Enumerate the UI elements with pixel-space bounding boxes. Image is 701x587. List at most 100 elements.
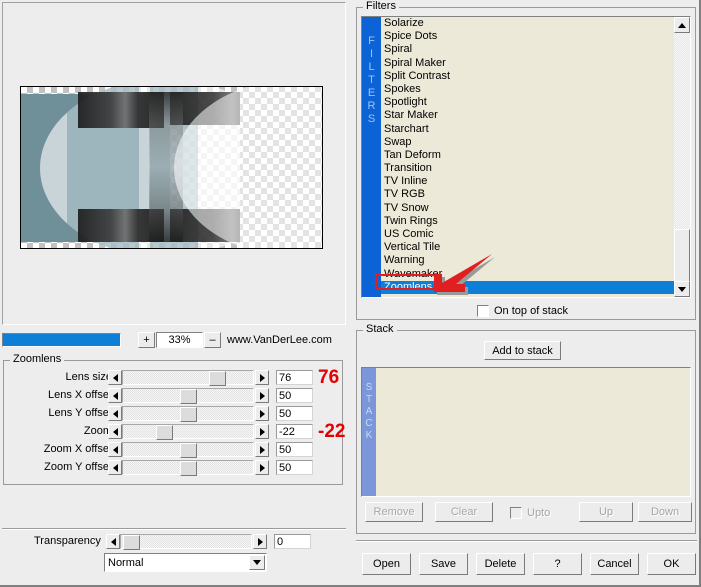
- param-value-field[interactable]: 76: [276, 370, 313, 385]
- param-value-field[interactable]: 50: [276, 442, 313, 457]
- stack-list-container: STACK: [361, 367, 691, 497]
- filter-preview-canvas[interactable]: [20, 86, 323, 249]
- filter-list-item[interactable]: Spice Dots: [381, 30, 674, 43]
- filters-sidebar-char: T: [368, 74, 375, 87]
- delete-button[interactable]: Delete: [476, 553, 525, 575]
- param-slider-thumb[interactable]: [209, 371, 226, 386]
- transparency-slider-thumb[interactable]: [123, 535, 140, 550]
- stack-sidebar-char: A: [366, 406, 373, 418]
- filter-list-item[interactable]: TV RGB: [381, 188, 674, 201]
- param-value-field[interactable]: -22: [276, 424, 313, 439]
- transparency-slider-track[interactable]: [120, 534, 252, 549]
- scrollbar-thumb[interactable]: [674, 229, 690, 284]
- param-decrement-button[interactable]: [108, 460, 122, 475]
- ok-button[interactable]: OK: [647, 553, 696, 575]
- chevron-down-icon[interactable]: [249, 555, 265, 570]
- stack-sidebar-char: S: [366, 382, 373, 394]
- param-increment-button[interactable]: [255, 424, 269, 439]
- param-slider-track[interactable]: [122, 424, 254, 439]
- param-increment-button[interactable]: [255, 442, 269, 457]
- move-up-button[interactable]: Up: [579, 502, 633, 522]
- triangle-down-icon: [678, 287, 686, 292]
- param-value-field[interactable]: 50: [276, 406, 313, 421]
- param-decrement-button[interactable]: [108, 442, 122, 457]
- upto-checkbox[interactable]: [510, 507, 522, 519]
- param-slider-thumb[interactable]: [180, 407, 197, 422]
- param-increment-button[interactable]: [255, 460, 269, 475]
- cancel-button[interactable]: Cancel: [590, 553, 639, 575]
- transparency-row: Transparency 0: [2, 533, 346, 551]
- filter-list-item[interactable]: Solarize: [381, 17, 674, 30]
- param-decrement-button[interactable]: [108, 370, 122, 385]
- clear-button[interactable]: Clear: [435, 502, 493, 522]
- transparency-decrement-button[interactable]: [106, 534, 120, 549]
- filters-scrollbar[interactable]: [674, 17, 690, 297]
- param-row: Zoom Y offset50: [4, 459, 344, 477]
- move-down-button[interactable]: Down: [638, 502, 692, 522]
- stack-list[interactable]: [376, 368, 690, 496]
- open-button[interactable]: Open: [362, 553, 411, 575]
- scroll-down-button[interactable]: [674, 281, 690, 297]
- help-button[interactable]: ?: [533, 553, 582, 575]
- zoom-level-display: 33%: [156, 332, 203, 348]
- filters-sidebar-char: E: [368, 87, 375, 100]
- plugin-dialog-window: + 33% – www.VanDerLee.com Zoomlens Lens …: [0, 0, 701, 587]
- param-slider-track[interactable]: [122, 388, 254, 403]
- transparency-value-field[interactable]: 0: [274, 534, 311, 549]
- stack-sidebar-char: T: [366, 394, 372, 406]
- filter-list-item[interactable]: Spokes: [381, 83, 674, 96]
- param-row: Lens size7676: [4, 369, 344, 387]
- filter-list-item[interactable]: Transition: [381, 162, 674, 175]
- triangle-left-icon: [113, 392, 118, 400]
- filters-list-container: FILTERS SolarizeSpice DotsSpiralSpiral M…: [361, 16, 691, 298]
- filter-list-item[interactable]: Spiral Maker: [381, 57, 674, 70]
- filter-list-item[interactable]: TV Snow: [381, 202, 674, 215]
- scroll-up-button[interactable]: [674, 17, 690, 33]
- param-slider-thumb[interactable]: [180, 443, 197, 458]
- param-slider-track[interactable]: [122, 460, 254, 475]
- on-top-of-stack-row[interactable]: On top of stack: [477, 304, 568, 318]
- filter-list-item[interactable]: Tan Deform: [381, 149, 674, 162]
- param-decrement-button[interactable]: [108, 406, 122, 421]
- param-row: Lens Y offset50: [4, 405, 344, 423]
- param-value-field[interactable]: 50: [276, 388, 313, 403]
- stack-sidebar-label: STACK: [362, 368, 376, 496]
- filter-list-item[interactable]: TV Inline: [381, 175, 674, 188]
- param-slider-track[interactable]: [122, 406, 254, 421]
- filter-list-item[interactable]: US Comic: [381, 228, 674, 241]
- zoom-in-button[interactable]: +: [138, 332, 155, 348]
- param-label: Lens X offset: [48, 389, 112, 401]
- param-value-field[interactable]: 50: [276, 460, 313, 475]
- bottom-divider: [356, 540, 697, 542]
- preview-pane[interactable]: [2, 2, 346, 325]
- transparency-increment-button[interactable]: [253, 534, 267, 549]
- transparency-label: Transparency: [34, 535, 101, 547]
- blend-mode-select[interactable]: Normal: [104, 553, 267, 572]
- on-top-of-stack-checkbox[interactable]: [477, 305, 489, 317]
- param-slider-thumb[interactable]: [180, 389, 197, 404]
- filter-list-item[interactable]: Spiral: [381, 43, 674, 56]
- param-slider-thumb[interactable]: [156, 425, 173, 440]
- filter-list-item[interactable]: Split Contrast: [381, 70, 674, 83]
- filter-list-item[interactable]: Starchart: [381, 123, 674, 136]
- param-slider-track[interactable]: [122, 442, 254, 457]
- param-slider-track[interactable]: [122, 370, 254, 385]
- zoom-out-button[interactable]: –: [204, 332, 221, 348]
- filter-parameters-title: Zoomlens: [10, 354, 64, 365]
- param-decrement-button[interactable]: [108, 388, 122, 403]
- param-increment-button[interactable]: [255, 406, 269, 421]
- filter-list-item[interactable]: Swap: [381, 136, 674, 149]
- param-increment-button[interactable]: [255, 388, 269, 403]
- filter-list-item[interactable]: Twin Rings: [381, 215, 674, 228]
- triangle-left-icon: [113, 428, 118, 436]
- remove-button[interactable]: Remove: [365, 502, 423, 522]
- param-increment-button[interactable]: [255, 370, 269, 385]
- save-button[interactable]: Save: [419, 553, 468, 575]
- filter-list-item[interactable]: Spotlight: [381, 96, 674, 109]
- add-to-stack-button[interactable]: Add to stack: [484, 341, 561, 360]
- upto-row[interactable]: Upto: [510, 506, 550, 520]
- triangle-left-icon: [113, 446, 118, 454]
- param-decrement-button[interactable]: [108, 424, 122, 439]
- param-slider-thumb[interactable]: [180, 461, 197, 476]
- filter-list-item[interactable]: Star Maker: [381, 109, 674, 122]
